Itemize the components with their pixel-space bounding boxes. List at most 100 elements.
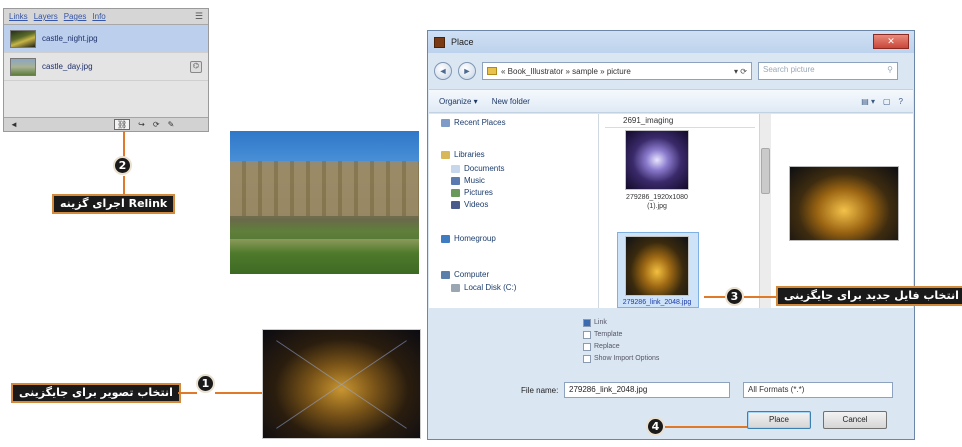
nav-item-documents[interactable]: Documents	[451, 164, 504, 173]
close-button[interactable]: ✕	[873, 34, 909, 49]
file-thumbnail-selected[interactable]	[625, 236, 689, 296]
link-file-name: castle_night.jpg	[42, 34, 98, 43]
tab-info[interactable]: Info	[92, 12, 105, 21]
option-link[interactable]: Link	[583, 317, 659, 329]
dialog-body: Recent Places Libraries Documents Music …	[429, 114, 913, 308]
search-icon: ⚲	[887, 65, 893, 74]
annotation-line	[123, 131, 125, 157]
nav-item-label: Pictures	[464, 188, 493, 197]
libraries-icon	[441, 150, 450, 159]
music-icon	[451, 176, 460, 185]
option-show-import[interactable]: Show Import Options	[583, 353, 659, 365]
folder-icon	[487, 67, 497, 75]
address-path: « Book_Illustrator » sample » picture	[501, 66, 631, 76]
preview-pane	[774, 114, 913, 308]
checkbox[interactable]	[583, 343, 591, 351]
nav-item-homegroup[interactable]: Homegroup	[441, 234, 496, 243]
option-replace[interactable]: Replace	[583, 341, 659, 353]
castle-night-image[interactable]	[262, 329, 421, 439]
option-label: Replace	[594, 343, 620, 350]
file-name-selected[interactable]: 279286_link_2048.jpg	[619, 298, 695, 307]
checkbox[interactable]	[583, 319, 591, 327]
nav-item-label: Homegroup	[454, 234, 496, 243]
tab-links[interactable]: Links	[9, 12, 28, 21]
nav-item-label: Computer	[454, 270, 490, 279]
annotation-line	[665, 426, 747, 428]
nav-item-recent-places[interactable]: Recent Places	[441, 118, 506, 127]
scrollbar-thumb[interactable]	[761, 148, 770, 194]
link-file-name: castle_day.jpg	[42, 62, 93, 71]
organize-menu[interactable]: Organize ▾	[439, 97, 478, 106]
checkbox[interactable]	[583, 355, 591, 363]
help-icon[interactable]: ?	[899, 97, 903, 106]
documents-icon	[451, 164, 460, 173]
address-bar[interactable]: « Book_Illustrator » sample » picture ▾ …	[482, 62, 752, 80]
videos-icon	[451, 200, 460, 209]
scrollbar[interactable]	[759, 114, 771, 308]
search-input[interactable]: Search picture ⚲	[758, 62, 898, 80]
view-options-icon[interactable]: ▤ ▾	[861, 97, 875, 106]
castle-walls	[230, 161, 419, 216]
relink-button[interactable]: ⛓	[114, 119, 131, 130]
dialog-footer: File name: 279286_link_2048.jpg All Form…	[429, 378, 913, 438]
step-label-2: اجرای گزینه Relink	[52, 194, 176, 214]
homegroup-icon	[441, 234, 450, 243]
option-label: Link	[594, 319, 607, 326]
file-column-header[interactable]: 2691_imaging	[605, 116, 755, 128]
link-status-icon: ⌬	[190, 60, 202, 73]
nav-item-local-disk[interactable]: Local Disk (C:)	[451, 283, 516, 292]
nav-item-libraries[interactable]: Libraries	[441, 150, 485, 159]
nav-item-label: Recent Places	[454, 118, 506, 127]
preview-pane-icon[interactable]: ▢	[883, 97, 891, 106]
preview-image	[789, 166, 899, 241]
nav-item-label: Videos	[464, 200, 489, 209]
file-name-label: File name:	[521, 386, 559, 395]
link-thumbnail	[10, 57, 36, 76]
option-template[interactable]: Template	[583, 329, 659, 341]
file-list-pane: 2691_imaging 279286_1920x1080 (1).jpg 27…	[605, 114, 765, 308]
search-placeholder: Search picture	[763, 65, 815, 74]
chevron-down-icon[interactable]: ▾ ⟳	[734, 67, 747, 76]
nav-item-videos[interactable]: Videos	[451, 200, 488, 209]
tab-pages[interactable]: Pages	[64, 12, 87, 21]
recent-places-icon	[441, 118, 450, 127]
new-folder-button[interactable]: New folder	[492, 97, 530, 106]
back-arrow-icon[interactable]: ◄	[434, 62, 452, 80]
update-link-button[interactable]: ⟳	[153, 120, 160, 129]
place-button[interactable]: Place	[747, 411, 811, 429]
nav-item-computer[interactable]: Computer	[441, 270, 489, 279]
cancel-button[interactable]: Cancel	[823, 411, 887, 429]
annotation-line	[178, 392, 197, 394]
dialog-toolbar: Organize ▾ New folder ▤ ▾ ▢ ?	[429, 89, 913, 113]
nav-item-music[interactable]: Music	[451, 176, 485, 185]
checkbox[interactable]	[583, 331, 591, 339]
collapse-arrow-icon[interactable]: ◄	[10, 120, 18, 129]
tab-layers[interactable]: Layers	[34, 12, 58, 21]
file-thumbnail[interactable]	[625, 130, 689, 190]
file-name[interactable]: 279286_1920x1080 (1).jpg	[619, 193, 695, 211]
panel-menu-icon[interactable]: ☰	[195, 11, 203, 22]
dialog-title: Place	[451, 37, 474, 47]
links-panel-footer: ◄ ⛓ ↪ ⟳ ✎	[4, 117, 208, 131]
links-panel-tabs: Links Layers Pages Info ☰	[4, 9, 208, 25]
nav-item-pictures[interactable]: Pictures	[451, 188, 493, 197]
step-badge-2: 2	[113, 156, 132, 175]
option-label: Template	[594, 331, 623, 338]
annotation-line	[704, 296, 726, 298]
annotation-line	[744, 296, 776, 298]
link-thumbnail	[10, 29, 36, 48]
annotation-line	[215, 392, 262, 394]
link-row[interactable]: castle_day.jpg ⌬	[4, 53, 208, 81]
dialog-nav-bar: ◄ ► « Book_Illustrator » sample » pictur…	[428, 55, 914, 87]
option-label: Show Import Options	[594, 355, 660, 362]
forward-arrow-icon[interactable]: ►	[458, 62, 476, 80]
goto-link-button[interactable]: ↪	[138, 120, 145, 129]
pictures-icon	[451, 188, 460, 197]
file-name-field[interactable]: 279286_link_2048.jpg	[564, 382, 730, 398]
file-type-select[interactable]: All Formats (*.*)	[743, 382, 893, 398]
place-options: Link Template Replace Show Import Option…	[583, 317, 659, 365]
link-row-selected[interactable]: castle_night.jpg	[4, 25, 208, 53]
step-label-1: انتخاب تصویر برای جایگزینی	[11, 383, 181, 403]
computer-icon	[441, 270, 450, 279]
edit-original-button[interactable]: ✎	[168, 120, 175, 129]
